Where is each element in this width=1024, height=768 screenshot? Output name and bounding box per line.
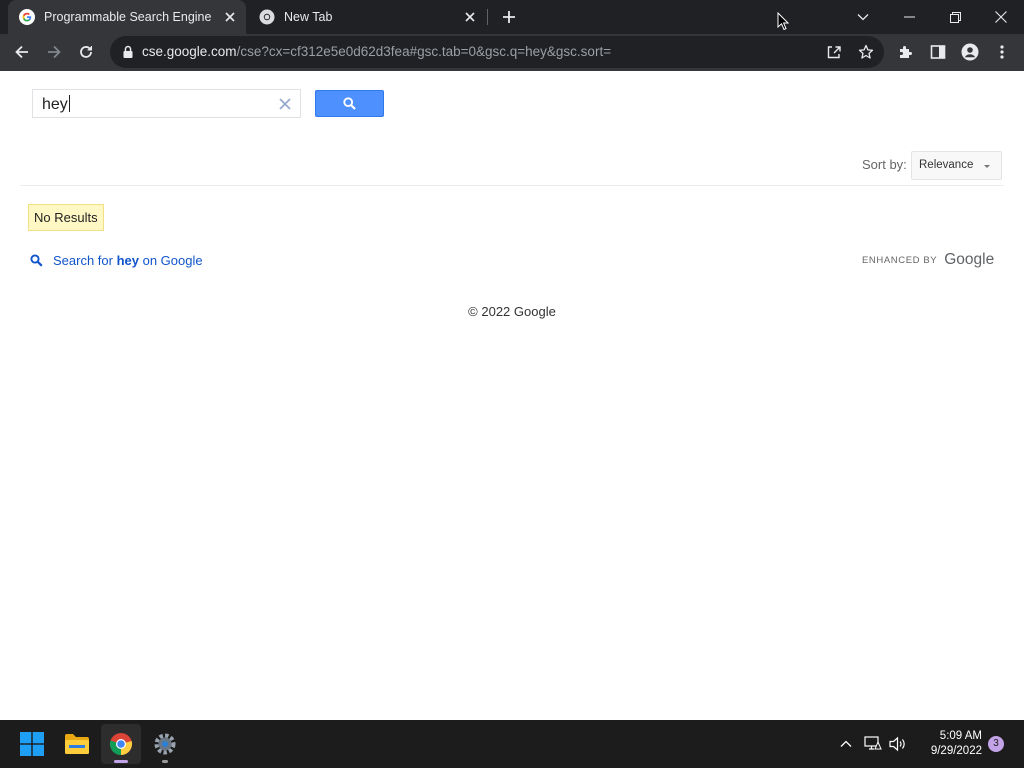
active-app-indicator [114, 760, 128, 763]
new-tab-button[interactable] [498, 6, 520, 28]
google-logo: Google [944, 251, 995, 268]
side-panel-button[interactable] [924, 38, 952, 66]
search-query-text: hey [42, 96, 68, 113]
dropdown-arrow-icon [984, 165, 990, 168]
back-button[interactable] [8, 38, 36, 66]
url-path: /cse?cx=cf312e5e0d62d3fea#gsc.tab=0&gsc.… [236, 44, 612, 59]
chrome-icon [259, 9, 275, 25]
system-clock[interactable]: 5:09 AM 9/29/2022 [916, 729, 982, 759]
enhanced-by-label: ENHANCED BY [862, 254, 938, 266]
copyright-footer: © 2022 Google [468, 304, 556, 319]
settings-taskbar-button[interactable] [145, 724, 185, 764]
star-icon [858, 44, 874, 59]
chrome-icon [109, 733, 133, 756]
chevron-down-icon [857, 14, 869, 21]
reload-button[interactable] [72, 38, 100, 66]
gear-icon [154, 733, 176, 755]
puzzle-icon [900, 46, 912, 58]
google-link-suffix: on Google [139, 252, 203, 268]
text-caret [68, 95, 70, 112]
minimize-button[interactable] [886, 0, 932, 34]
mouse-cursor-icon [777, 12, 789, 31]
no-results-message: No Results [28, 204, 104, 231]
tab-title: Programmable Search Engine [44, 10, 212, 24]
clear-search-icon[interactable] [277, 96, 293, 112]
search-icon [343, 97, 356, 110]
notification-badge[interactable]: 3 [988, 736, 1004, 752]
clock-time: 5:09 AM [939, 730, 982, 742]
google-g-icon [19, 9, 35, 25]
tab-search-button[interactable] [840, 0, 886, 34]
network-icon [864, 736, 882, 750]
restore-icon [949, 11, 961, 23]
tab-title: New Tab [284, 10, 333, 24]
more-vertical-icon [1000, 45, 1004, 59]
reload-icon [80, 46, 92, 58]
close-icon [995, 11, 1007, 23]
tab-new-tab[interactable]: New Tab [248, 0, 486, 34]
arrow-left-icon [15, 45, 28, 59]
search-page: hey Sort by: Relevance No Results Search… [0, 71, 1024, 720]
share-button[interactable] [824, 42, 844, 62]
tab-close-icon[interactable] [462, 9, 478, 25]
arrow-right-icon [48, 45, 61, 59]
minimize-icon [903, 16, 915, 18]
windows-logo-icon [20, 732, 44, 756]
sort-by-label: Sort by: [862, 157, 907, 172]
restore-button[interactable] [932, 0, 978, 34]
results-divider [20, 185, 1004, 186]
network-button[interactable] [863, 734, 883, 754]
side-panel-icon [930, 45, 946, 59]
forward-button[interactable] [40, 38, 68, 66]
chrome-taskbar-button[interactable] [101, 724, 141, 764]
tab-close-icon[interactable] [222, 9, 238, 25]
browser-tab-bar: Programmable Search Engine New Tab [0, 0, 1024, 34]
search-input[interactable]: hey [32, 89, 301, 118]
bookmark-button[interactable] [856, 42, 876, 62]
url-host: cse.google.com [142, 44, 237, 59]
google-link-prefix: Search for [53, 252, 117, 268]
tab-separator [487, 9, 488, 25]
clock-date: 9/29/2022 [930, 745, 982, 757]
start-button[interactable] [12, 724, 52, 764]
file-explorer-button[interactable] [57, 724, 97, 764]
profile-button[interactable] [956, 38, 984, 66]
sort-dropdown[interactable]: Relevance [911, 151, 1002, 180]
show-hidden-icons-button[interactable] [836, 734, 856, 754]
tab-programmable-search-engine[interactable]: Programmable Search Engine [8, 0, 246, 34]
search-input-value[interactable]: hey [42, 95, 70, 114]
search-on-google-link[interactable]: Search for hey on Google [30, 251, 203, 269]
sort-selected-value: Relevance [919, 159, 974, 171]
close-window-button[interactable] [978, 0, 1024, 34]
plus-icon [503, 11, 515, 23]
google-link-term: hey [116, 252, 139, 268]
share-icon [827, 46, 841, 59]
chevron-up-icon [840, 740, 852, 747]
url-text[interactable]: cse.google.com/cse?cx=cf312e5e0d62d3fea#… [142, 44, 611, 59]
volume-icon [889, 736, 905, 752]
browser-toolbar: cse.google.com/cse?cx=cf312e5e0d62d3fea#… [0, 34, 1024, 71]
search-icon [30, 253, 43, 267]
folder-icon [65, 734, 89, 754]
volume-button[interactable] [888, 734, 908, 754]
enhanced-by-google-branding: ENHANCED BY Google [862, 251, 994, 269]
profile-icon [961, 43, 979, 61]
menu-button[interactable] [988, 38, 1016, 66]
windows-taskbar: 5:09 AM 9/29/2022 [0, 720, 1024, 768]
lock-icon[interactable] [122, 45, 134, 59]
extensions-button[interactable] [892, 38, 920, 66]
address-bar[interactable]: cse.google.com/cse?cx=cf312e5e0d62d3fea#… [110, 36, 884, 68]
search-button[interactable] [315, 90, 384, 117]
running-app-indicator [162, 760, 168, 763]
